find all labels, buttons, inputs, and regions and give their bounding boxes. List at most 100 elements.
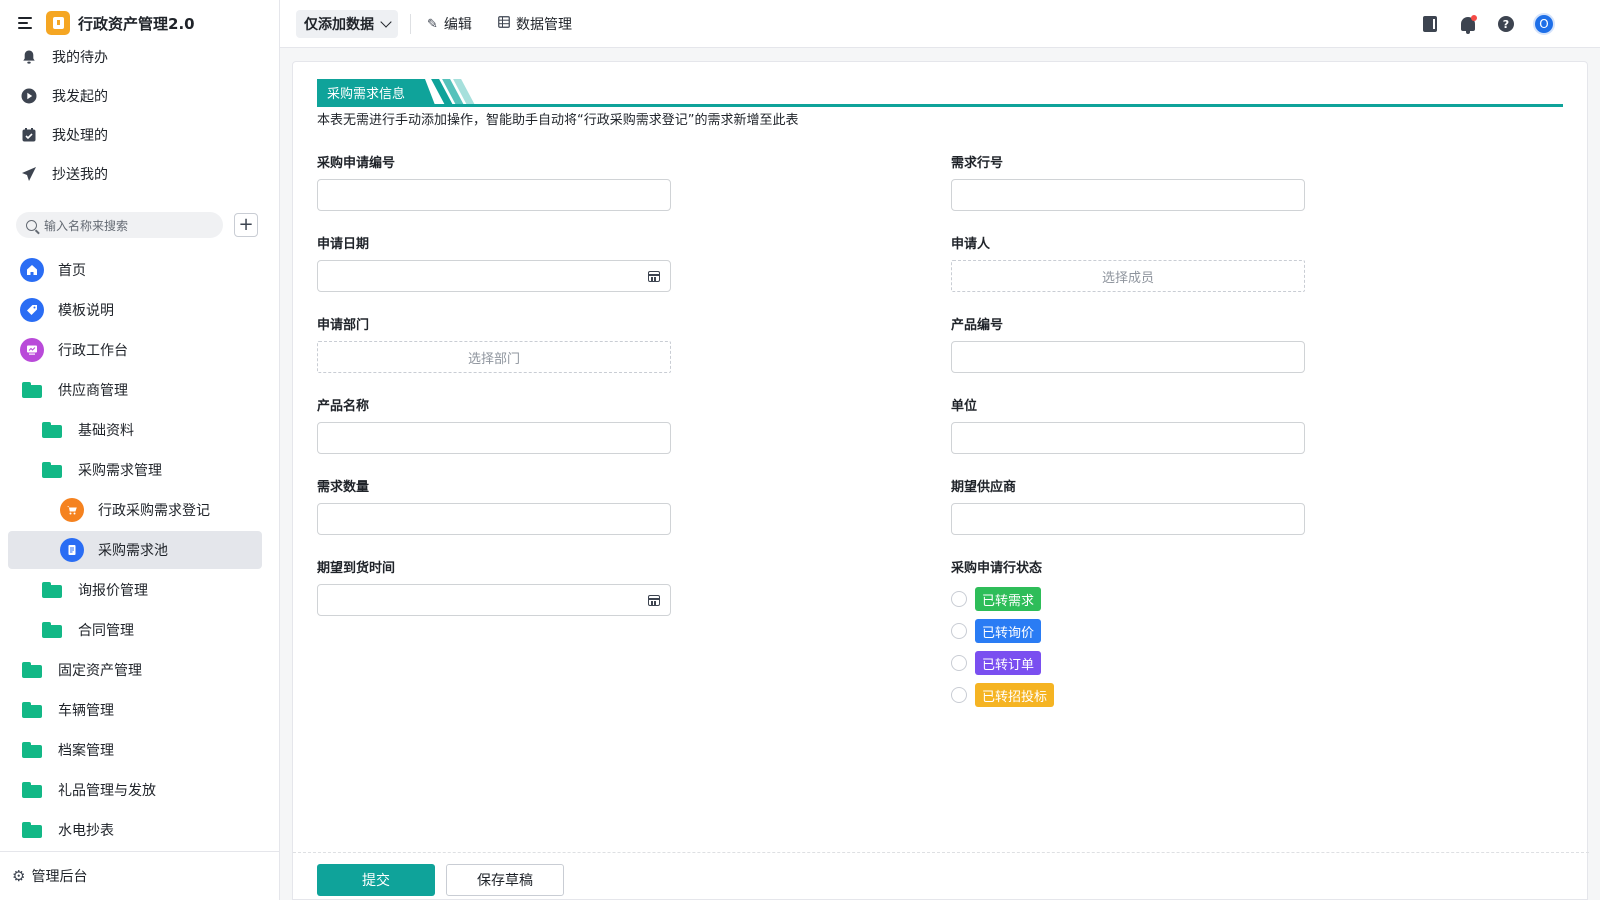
add-button[interactable]: +: [234, 213, 258, 237]
purchase-no-input[interactable]: [317, 179, 671, 211]
section-header: 采购需求信息: [317, 79, 1563, 107]
status-option-order[interactable]: 已转订单: [951, 651, 1042, 675]
product-code-input[interactable]: [951, 341, 1305, 373]
save-draft-button[interactable]: 保存草稿: [446, 864, 564, 896]
sidebar-item-workbench[interactable]: 行政工作台: [0, 331, 280, 369]
sidebar-item-basic-data[interactable]: 基础资料: [0, 411, 280, 449]
data-management-label: 数据管理: [516, 17, 572, 33]
status-option-inquiry[interactable]: 已转询价: [951, 619, 1042, 643]
sidebar-item-demand-pool[interactable]: 采购需求池: [8, 531, 262, 569]
help-button[interactable]: ?: [1494, 12, 1518, 36]
toolbar-divider: [410, 14, 411, 34]
sidebar-item-label: 合同管理: [78, 623, 134, 639]
sidebar-item-purchase-register[interactable]: 行政采购需求登记: [0, 491, 280, 529]
sidebar-item-archives[interactable]: 档案管理: [0, 731, 280, 769]
field-label-supplier: 期望供应商: [951, 480, 1017, 495]
notebook-icon[interactable]: [1418, 12, 1442, 36]
search-placeholder: 输入名称来搜索: [44, 218, 129, 233]
sidebar-item-vehicles[interactable]: 车辆管理: [0, 691, 280, 729]
calendar-icon[interactable]: [648, 271, 660, 282]
applicant-placeholder: 选择成员: [1101, 270, 1154, 286]
sidebar-item-home[interactable]: 首页: [0, 251, 280, 289]
sidebar-item-fixed-assets[interactable]: 固定资产管理: [0, 651, 280, 689]
sidebar-item-meter-reading[interactable]: 水电抄表: [0, 811, 280, 849]
applicant-picker[interactable]: 选择成员: [951, 260, 1305, 292]
sidebar-item-label: 采购需求管理: [78, 463, 162, 479]
field-label-quantity: 需求数量: [317, 480, 370, 495]
app-title: 行政资产管理2.0: [78, 14, 195, 33]
sidebar-item-label: 采购需求池: [98, 543, 168, 559]
quantity-input[interactable]: [317, 503, 671, 535]
play-circle-icon: [20, 87, 38, 105]
sidebar-item-initiated[interactable]: 我发起的: [0, 77, 280, 115]
sidebar-item-supplier[interactable]: 供应商管理: [0, 371, 280, 409]
sidebar-item-gifts[interactable]: 礼品管理与发放: [0, 771, 280, 809]
department-picker[interactable]: 选择部门: [317, 341, 671, 373]
notification-button[interactable]: [1456, 12, 1480, 36]
sidebar-item-label: 基础资料: [78, 423, 134, 439]
sidebar-item-quotation[interactable]: 询报价管理: [0, 571, 280, 609]
sidebar-item-template[interactable]: 模板说明: [0, 291, 280, 329]
field-label-purchase-no: 采购申请编号: [317, 156, 396, 171]
send-icon: [20, 165, 38, 183]
product-name-input[interactable]: [317, 422, 671, 454]
sidebar-item-processed[interactable]: 我处理的: [0, 116, 280, 154]
cart-icon: [60, 498, 84, 522]
supplier-input[interactable]: [951, 503, 1305, 535]
check-box-icon: [20, 126, 38, 144]
view-select[interactable]: 仅添加数据: [296, 10, 398, 38]
status-tag: 已转询价: [975, 619, 1042, 643]
sidebar-item-todo[interactable]: 我的待办: [0, 38, 280, 76]
app-logo-icon: [46, 11, 70, 35]
pencil-icon: ✎: [427, 16, 438, 32]
radio-button[interactable]: [951, 591, 967, 607]
sidebar-item-label: 水电抄表: [58, 823, 114, 839]
section-title: 采购需求信息: [317, 79, 435, 105]
form-card: 采购需求信息 本表无需进行手动添加操作，智能助手自动将“行政采购需求登记”的需求…: [292, 61, 1589, 900]
sidebar-item-cc[interactable]: 抄送我的: [0, 155, 280, 193]
calendar-icon[interactable]: [648, 595, 660, 606]
department-placeholder: 选择部门: [467, 351, 520, 367]
edit-button[interactable]: ✎ 编辑: [427, 14, 472, 34]
line-no-input[interactable]: [951, 179, 1305, 211]
sidebar-item-label: 模板说明: [58, 303, 114, 319]
notification-dot: [1471, 15, 1477, 21]
sidebar-item-label: 行政工作台: [58, 343, 128, 359]
menu-icon[interactable]: [18, 16, 34, 30]
form-description: 本表无需进行手动添加操作，智能助手自动将“行政采购需求登记”的需求新增至此表: [317, 113, 799, 128]
field-label-product-code: 产品编号: [951, 318, 1004, 333]
view-select-label: 仅添加数据: [304, 17, 374, 33]
submit-button[interactable]: 提交: [317, 864, 435, 896]
sidebar-item-label: 抄送我的: [52, 167, 108, 183]
search-input[interactable]: 输入名称来搜索: [16, 212, 223, 238]
radio-button[interactable]: [951, 687, 967, 703]
sidebar-item-label: 我的待办: [52, 50, 108, 66]
sidebar-item-label: 我发起的: [52, 89, 108, 105]
status-option-bidding[interactable]: 已转招投标: [951, 683, 1055, 707]
folder-icon: [22, 702, 42, 718]
sidebar-item-contract[interactable]: 合同管理: [0, 611, 280, 649]
sidebar: 行政资产管理2.0 我的待办 我发起的 我处理的 抄送我的 输入名称来搜索 + …: [0, 0, 280, 900]
data-management-button[interactable]: 数据管理: [498, 14, 572, 34]
radio-button[interactable]: [951, 655, 967, 671]
toolbar: 仅添加数据 ✎ 编辑 数据管理 ? O: [280, 0, 1600, 48]
sidebar-item-label: 行政采购需求登记: [98, 503, 210, 519]
status-tag: 已转招投标: [975, 683, 1055, 707]
folder-icon: [42, 422, 62, 438]
field-label-line-no: 需求行号: [951, 156, 1004, 171]
field-label-applicant: 申请人: [951, 237, 991, 252]
status-option-demand[interactable]: 已转需求: [951, 587, 1042, 611]
tag-icon: [20, 298, 44, 322]
bell-icon: [20, 48, 38, 66]
admin-console-link[interactable]: ⚙ 管理后台: [0, 851, 280, 900]
folder-icon: [42, 582, 62, 598]
apply-date-input[interactable]: [317, 260, 671, 292]
sidebar-item-purchase-demand[interactable]: 采购需求管理: [0, 451, 280, 489]
section-underline: [317, 104, 1563, 107]
sidebar-item-label: 车辆管理: [58, 703, 114, 719]
field-label-department: 申请部门: [317, 318, 370, 333]
arrival-date-input[interactable]: [317, 584, 671, 616]
radio-button[interactable]: [951, 623, 967, 639]
user-avatar[interactable]: O: [1532, 12, 1556, 36]
unit-input[interactable]: [951, 422, 1305, 454]
